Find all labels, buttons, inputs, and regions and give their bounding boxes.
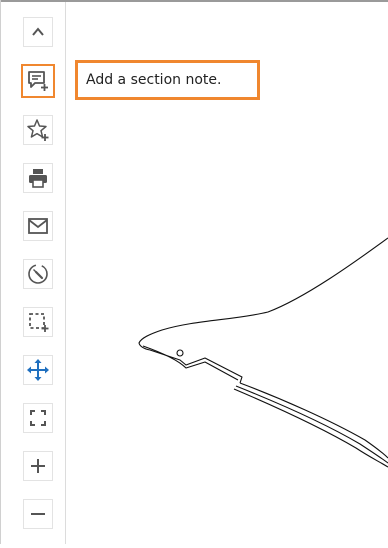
pan-button[interactable] xyxy=(23,355,53,385)
part-drawing xyxy=(138,237,388,468)
fit-screen-icon xyxy=(29,409,47,427)
add-section-note-button[interactable] xyxy=(21,64,55,98)
wrench-circle-icon xyxy=(27,263,49,285)
zoom-in-icon xyxy=(29,457,47,475)
scroll-up-button[interactable] xyxy=(23,17,53,47)
chevron-up-icon xyxy=(30,24,46,40)
printer-icon xyxy=(27,167,49,189)
zoom-out-icon xyxy=(29,505,47,523)
star-add-icon xyxy=(26,118,50,142)
email-button[interactable] xyxy=(23,211,53,241)
tools-button[interactable] xyxy=(23,259,53,289)
side-toolbar xyxy=(0,0,66,544)
add-note-icon xyxy=(26,69,50,93)
part-hole xyxy=(176,349,184,357)
part-inner-edge-lower-2 xyxy=(233,388,388,468)
move-arrows-icon xyxy=(26,358,50,382)
zoom-out-button[interactable] xyxy=(23,499,53,529)
part-outline-notch xyxy=(149,349,243,384)
select-area-add-icon xyxy=(27,311,49,333)
part-outline-top xyxy=(138,237,388,351)
print-button[interactable] xyxy=(23,163,53,193)
envelope-icon xyxy=(27,215,49,237)
drawing-canvas[interactable] xyxy=(66,2,388,544)
select-area-button[interactable] xyxy=(23,307,53,337)
part-outline-bottom xyxy=(239,382,388,459)
add-favorite-button[interactable] xyxy=(23,115,53,145)
zoom-in-button[interactable] xyxy=(23,451,53,481)
fit-to-screen-button[interactable] xyxy=(23,403,53,433)
